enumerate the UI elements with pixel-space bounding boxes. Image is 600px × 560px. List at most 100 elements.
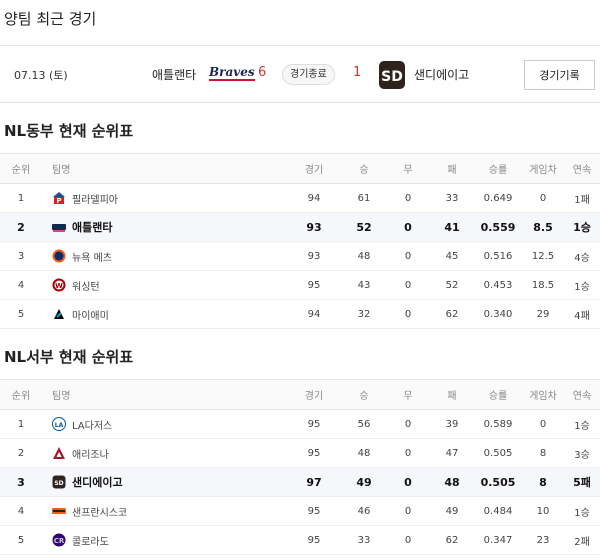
wins-cell: 48 <box>342 438 386 468</box>
header-losses: 패 <box>430 153 474 184</box>
header-rank: 순위 <box>0 153 42 184</box>
pct-cell: 0.505 <box>474 438 522 468</box>
games-behind-cell: 8.5 <box>522 212 564 242</box>
team-cell[interactable]: W 워싱턴 <box>42 270 286 300</box>
table-row[interactable]: 2 애리조나 95 48 0 47 0.505 8 3승 <box>0 438 600 468</box>
team-cell[interactable]: 애틀랜타 <box>42 212 286 242</box>
draws-cell: 0 <box>386 183 430 213</box>
team-name[interactable]: 필라델피아 <box>72 191 118 206</box>
table-header-row: 순위 팀명 경기 승 무 패 승률 게임차 연속 <box>0 379 600 410</box>
away-team-name[interactable]: 샌디에이고 <box>414 66 469 83</box>
table-row[interactable]: 1 LA LA다저스 95 56 0 39 0.589 0 1승 <box>0 409 600 439</box>
team-name[interactable]: 콜로라도 <box>72 533 109 548</box>
game-record-button[interactable]: 경기기록 <box>524 60 595 90</box>
game-status-badge: 경기종료 <box>282 64 335 85</box>
draws-cell: 0 <box>386 299 430 329</box>
games-cell: 95 <box>286 409 342 439</box>
wins-cell: 33 <box>342 525 386 555</box>
rank-cell: 5 <box>0 525 42 555</box>
header-pct: 승률 <box>474 153 522 184</box>
table-row[interactable]: 2 애틀랜타 93 52 0 41 0.559 8.5 1승 <box>0 212 600 242</box>
team-name[interactable]: 애틀랜타 <box>72 219 112 235</box>
games-behind-cell: 12.5 <box>522 241 564 271</box>
team-cell[interactable]: SD 샌디에이고 <box>42 467 286 497</box>
draws-cell: 0 <box>386 467 430 497</box>
team-cell[interactable]: 마이애미 <box>42 299 286 329</box>
svg-text:LA: LA <box>55 422 64 429</box>
streak-cell: 1승 <box>564 409 600 439</box>
mets-logo-icon <box>52 249 66 263</box>
team-name[interactable]: 뉴욕 메츠 <box>72 249 112 264</box>
team-name[interactable]: 샌디에이고 <box>72 474 123 490</box>
header-games-behind: 게임차 <box>522 379 564 410</box>
padres-logo-icon: SD <box>378 60 406 90</box>
wins-cell: 46 <box>342 496 386 526</box>
losses-cell: 62 <box>430 299 474 329</box>
table-row[interactable]: 3 뉴욕 메츠 93 48 0 45 0.516 12.5 4승 <box>0 241 600 271</box>
losses-cell: 45 <box>430 241 474 271</box>
home-score: 6 <box>258 65 267 80</box>
team-cell[interactable]: 뉴욕 메츠 <box>42 241 286 271</box>
team-name[interactable]: 애리조나 <box>72 446 109 461</box>
pct-cell: 0.453 <box>474 270 522 300</box>
games-cell: 93 <box>286 241 342 271</box>
nl-east-standings-table: 순위 팀명 경기 승 무 패 승률 게임차 연속 1 P 필라델피아 94 61 0 33 0… <box>0 153 600 329</box>
table-row[interactable]: 4 W 워싱턴 95 43 0 52 0.453 18.5 1승 <box>0 270 600 300</box>
table-row[interactable]: 1 P 필라델피아 94 61 0 33 0.649 0 1패 <box>0 183 600 213</box>
streak-cell: 1패 <box>564 183 600 213</box>
losses-cell: 49 <box>430 496 474 526</box>
table-row[interactable]: 3 SD 샌디에이고 97 49 0 48 0.505 8 5패 <box>0 467 600 497</box>
nl-east-rows: 1 P 필라델피아 94 61 0 33 0.649 0 1패 2 애틀랜타 93 52 0 41 0.559 8… <box>0 183 600 329</box>
wins-cell: 56 <box>342 409 386 439</box>
losses-cell: 39 <box>430 409 474 439</box>
nl-west-rows: 1 LA LA다저스 95 56 0 39 0.589 0 1승 2 애리조나 95 48 0 47 0.505… <box>0 409 600 555</box>
recent-games-title: 양팀 최근 경기 <box>4 10 97 28</box>
marlins-logo-icon <box>52 307 66 321</box>
streak-cell: 4패 <box>564 299 600 329</box>
team-name[interactable]: 워싱턴 <box>72 278 100 293</box>
games-behind-cell: 18.5 <box>522 270 564 300</box>
table-row[interactable]: 4 샌프란시스코 95 46 0 49 0.484 10 1승 <box>0 496 600 526</box>
wins-cell: 32 <box>342 299 386 329</box>
games-cell: 95 <box>286 270 342 300</box>
draws-cell: 0 <box>386 438 430 468</box>
rank-cell: 3 <box>0 241 42 271</box>
losses-cell: 33 <box>430 183 474 213</box>
games-behind-cell: 0 <box>522 183 564 213</box>
games-cell: 94 <box>286 183 342 213</box>
table-header-row: 순위 팀명 경기 승 무 패 승률 게임차 연속 <box>0 153 600 184</box>
games-cell: 95 <box>286 496 342 526</box>
header-games: 경기 <box>286 379 342 410</box>
wins-cell: 48 <box>342 241 386 271</box>
draws-cell: 0 <box>386 409 430 439</box>
games-behind-cell: 10 <box>522 496 564 526</box>
team-name[interactable]: LA다저스 <box>72 417 112 432</box>
table-row[interactable]: 5 마이애미 94 32 0 62 0.340 29 4패 <box>0 299 600 329</box>
rank-cell: 2 <box>0 438 42 468</box>
away-score: 1 <box>353 65 362 80</box>
header-draws: 무 <box>386 379 430 410</box>
team-cell[interactable]: P 필라델피아 <box>42 183 286 213</box>
rank-cell: 4 <box>0 496 42 526</box>
team-cell[interactable]: 애리조나 <box>42 438 286 468</box>
team-cell[interactable]: 샌프란시스코 <box>42 496 286 526</box>
team-cell[interactable]: CR 콜로라도 <box>42 525 286 555</box>
rank-cell: 1 <box>0 409 42 439</box>
games-cell: 94 <box>286 299 342 329</box>
braves-logo-icon: Braves <box>209 65 255 81</box>
home-team-name[interactable]: 애틀랜타 <box>152 66 196 83</box>
svg-text:P: P <box>56 197 61 205</box>
team-cell[interactable]: LA LA다저스 <box>42 409 286 439</box>
losses-cell: 41 <box>430 212 474 242</box>
rank-cell: 1 <box>0 183 42 213</box>
losses-cell: 52 <box>430 270 474 300</box>
diamondbacks-logo-icon <box>52 446 66 460</box>
team-name[interactable]: 샌프란시스코 <box>72 504 127 519</box>
svg-text:SD: SD <box>381 69 403 85</box>
team-name[interactable]: 마이애미 <box>72 307 109 322</box>
pct-cell: 0.559 <box>474 212 522 242</box>
draws-cell: 0 <box>386 525 430 555</box>
games-behind-cell: 0 <box>522 409 564 439</box>
streak-cell: 1승 <box>564 212 600 242</box>
table-row[interactable]: 5 CR 콜로라도 95 33 0 62 0.347 23 2패 <box>0 525 600 555</box>
